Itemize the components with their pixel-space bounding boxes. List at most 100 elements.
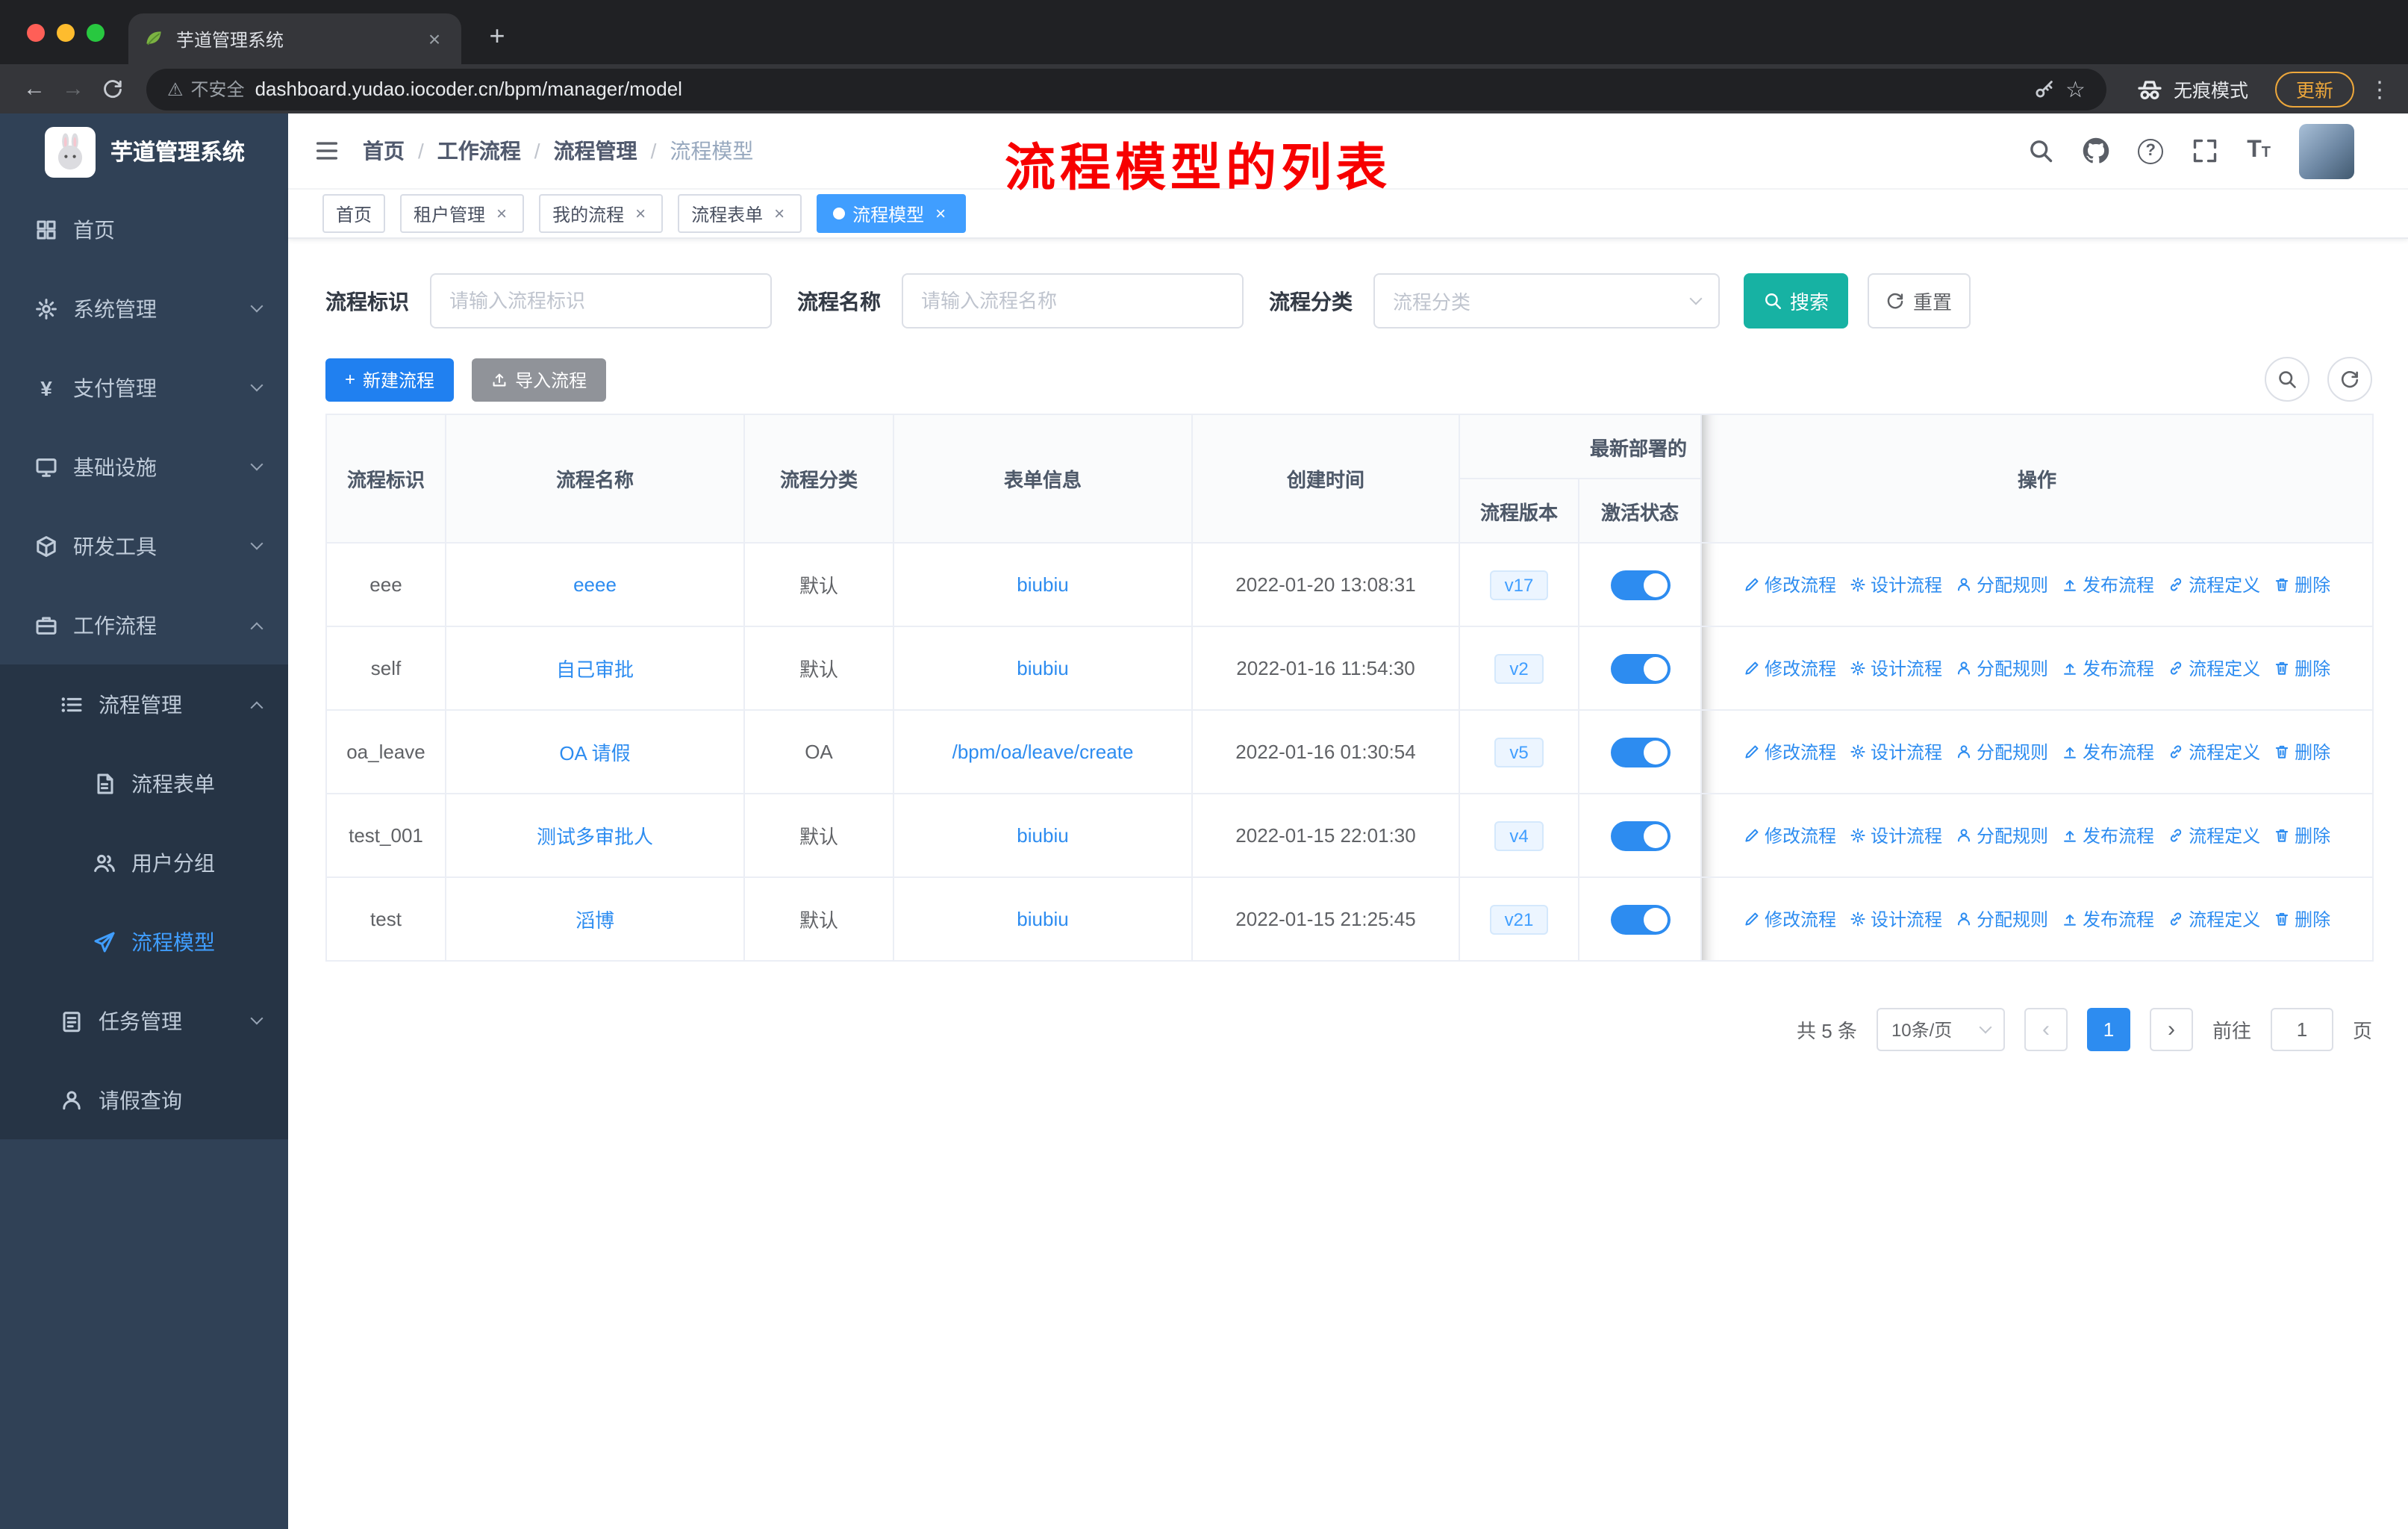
process-name-input[interactable] (902, 273, 1244, 328)
user-avatar[interactable] (2299, 123, 2354, 178)
sidebar-item-devtools[interactable]: 研发工具 (0, 506, 288, 585)
design-process-link[interactable]: 设计流程 (1850, 739, 1942, 764)
delete-link[interactable]: 删除 (2274, 572, 2330, 597)
help-button[interactable]: ? (2138, 138, 2164, 164)
tag-home[interactable]: 首页 (322, 194, 386, 233)
next-page-button[interactable]: › (2149, 1008, 2193, 1051)
edit-process-link[interactable]: 修改流程 (1744, 655, 1836, 681)
activation-toggle[interactable] (1610, 904, 1670, 934)
process-definition-link[interactable]: 流程定义 (2168, 655, 2260, 681)
font-size-button[interactable]: TT (2247, 138, 2271, 163)
form-info-link[interactable]: biubiu (1017, 908, 1068, 930)
assign-rule-link[interactable]: 分配规则 (1956, 655, 2048, 681)
breadcrumb-workflow[interactable]: 工作流程 (437, 136, 521, 166)
sidebar-item-infra[interactable]: 基础设施 (0, 427, 288, 506)
process-definition-link[interactable]: 流程定义 (2168, 739, 2260, 764)
process-definition-link[interactable]: 流程定义 (2168, 906, 2260, 932)
zoom-window-button[interactable] (87, 24, 105, 42)
form-info-link[interactable]: biubiu (1017, 657, 1068, 679)
edit-process-link[interactable]: 修改流程 (1744, 572, 1836, 597)
design-process-link[interactable]: 设计流程 (1850, 906, 1942, 932)
create-process-button[interactable]: + 新建流程 (325, 358, 455, 401)
assign-rule-link[interactable]: 分配规则 (1956, 906, 2048, 932)
close-icon[interactable]: × (631, 203, 649, 224)
close-icon[interactable]: × (493, 203, 511, 224)
activation-toggle[interactable] (1610, 570, 1670, 600)
edit-process-link[interactable]: 修改流程 (1744, 823, 1836, 848)
form-info-link[interactable]: biubiu (1017, 573, 1068, 596)
process-name-link[interactable]: eeee (573, 573, 617, 596)
publish-process-link[interactable]: 发布流程 (2062, 739, 2154, 764)
breadcrumb-home[interactable]: 首页 (363, 136, 405, 166)
key-icon[interactable] (2033, 78, 2055, 100)
search-button[interactable] (2027, 137, 2054, 164)
tab-close-icon[interactable]: × (422, 27, 446, 51)
toggle-search-button[interactable] (2265, 357, 2309, 402)
activation-toggle[interactable] (1610, 820, 1670, 850)
reset-button[interactable]: 重置 (1868, 273, 1971, 328)
new-tab-button[interactable]: + (478, 18, 517, 57)
bookmark-star-icon[interactable]: ☆ (2065, 75, 2086, 102)
process-name-link[interactable]: OA 请假 (559, 742, 630, 764)
minimize-window-button[interactable] (57, 24, 75, 42)
tag-process-form[interactable]: 流程表单 × (678, 194, 802, 233)
github-button[interactable] (2083, 137, 2109, 164)
sidebar-item-system[interactable]: 系统管理 (0, 269, 288, 348)
assign-rule-link[interactable]: 分配规则 (1956, 823, 2048, 848)
goto-page-input[interactable] (2270, 1008, 2333, 1051)
publish-process-link[interactable]: 发布流程 (2062, 906, 2154, 932)
browser-tab[interactable]: 芋道管理系统 × (128, 13, 461, 64)
sidebar-fold-button[interactable] (314, 137, 340, 164)
address-bar[interactable]: ⚠ 不安全 dashboard.yudao.iocoder.cn/bpm/man… (146, 68, 2106, 110)
delete-link[interactable]: 删除 (2274, 906, 2330, 932)
design-process-link[interactable]: 设计流程 (1850, 655, 1942, 681)
edit-process-link[interactable]: 修改流程 (1744, 906, 1836, 932)
design-process-link[interactable]: 设计流程 (1850, 572, 1942, 597)
process-name-link[interactable]: 测试多审批人 (537, 826, 653, 848)
delete-link[interactable]: 删除 (2274, 739, 2330, 764)
sidebar-item-workflow[interactable]: 工作流程 (0, 585, 288, 664)
page-size-select[interactable]: 10条/页 (1876, 1008, 2005, 1051)
sidebar-item-task-management[interactable]: 任务管理 (0, 981, 288, 1060)
current-page-button[interactable]: 1 (2086, 1008, 2130, 1051)
sidebar-item-leave-query[interactable]: 请假查询 (0, 1060, 288, 1139)
back-button[interactable]: ← (15, 69, 54, 108)
process-definition-link[interactable]: 流程定义 (2168, 823, 2260, 848)
refresh-table-button[interactable] (2327, 357, 2372, 402)
close-window-button[interactable] (27, 24, 45, 42)
design-process-link[interactable]: 设计流程 (1850, 823, 1942, 848)
prev-page-button[interactable]: ‹ (2024, 1008, 2068, 1051)
sidebar-item-process-management[interactable]: 流程管理 (0, 664, 288, 744)
reload-button[interactable] (93, 69, 131, 108)
breadcrumb-process-management[interactable]: 流程管理 (554, 136, 637, 166)
process-definition-link[interactable]: 流程定义 (2168, 572, 2260, 597)
form-info-link[interactable]: /bpm/oa/leave/create (952, 741, 1134, 763)
process-name-link[interactable]: 自己审批 (556, 658, 634, 681)
sidebar-item-process-model[interactable]: 流程模型 (0, 902, 288, 981)
delete-link[interactable]: 删除 (2274, 655, 2330, 681)
assign-rule-link[interactable]: 分配规则 (1956, 572, 2048, 597)
process-key-input[interactable] (430, 273, 772, 328)
sidebar-item-user-group[interactable]: 用户分组 (0, 823, 288, 902)
delete-link[interactable]: 删除 (2274, 823, 2330, 848)
import-process-button[interactable]: 导入流程 (472, 358, 607, 401)
search-button[interactable]: 搜索 (1744, 273, 1848, 328)
sidebar-item-process-form[interactable]: 流程表单 (0, 744, 288, 823)
close-icon[interactable]: × (932, 203, 949, 224)
activation-toggle[interactable] (1610, 737, 1670, 767)
update-button[interactable]: 更新 (2274, 71, 2354, 107)
browser-menu-icon[interactable]: ⋮ (2366, 75, 2393, 102)
forward-button[interactable]: → (54, 69, 93, 108)
tag-my-process[interactable]: 我的流程 × (539, 194, 664, 233)
tag-process-model[interactable]: 流程模型 × (817, 194, 967, 233)
security-status[interactable]: ⚠ 不安全 (167, 76, 245, 102)
tag-tenant[interactable]: 租户管理 × (400, 194, 525, 233)
process-name-link[interactable]: 滔博 (576, 909, 614, 932)
publish-process-link[interactable]: 发布流程 (2062, 572, 2154, 597)
fullscreen-button[interactable] (2192, 137, 2218, 164)
close-icon[interactable]: × (770, 203, 788, 224)
assign-rule-link[interactable]: 分配规则 (1956, 739, 2048, 764)
process-category-select[interactable]: 流程分类 (1373, 273, 1720, 328)
edit-process-link[interactable]: 修改流程 (1744, 739, 1836, 764)
form-info-link[interactable]: biubiu (1017, 824, 1068, 847)
